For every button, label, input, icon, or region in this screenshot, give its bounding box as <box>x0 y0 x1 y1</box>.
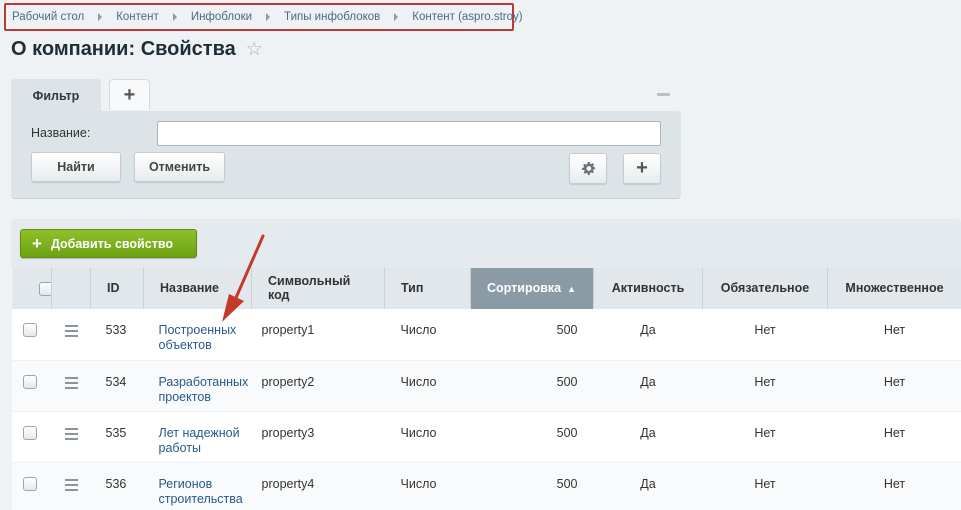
row-active: Да <box>593 360 703 412</box>
row-type: Число <box>384 309 471 361</box>
row-required: Нет <box>702 309 828 361</box>
row-required: Нет <box>702 411 828 463</box>
row-required: Нет <box>702 360 828 412</box>
add-filter-tab-button[interactable]: + <box>109 79 150 110</box>
plus-icon: + <box>636 157 648 179</box>
find-button[interactable]: Найти <box>31 152 121 182</box>
properties-table: ID Название Символьный код Тип Сортировк… <box>11 268 961 510</box>
column-header-code[interactable]: Символьный код <box>251 268 385 309</box>
chevron-right-icon <box>98 13 103 21</box>
row-multiple: Нет <box>827 411 961 463</box>
row-multiple: Нет <box>827 309 961 361</box>
row-checkbox[interactable] <box>22 374 37 389</box>
breadcrumb-item[interactable]: Типы инфоблоков <box>284 11 380 23</box>
add-filter-field-button[interactable]: + <box>623 153 661 184</box>
chevron-right-icon <box>172 13 177 21</box>
row-name-link[interactable]: Разработанных проектов <box>159 375 249 404</box>
row-multiple: Нет <box>827 462 961 510</box>
column-header-active[interactable]: Активность <box>593 268 703 309</box>
row-type: Число <box>384 360 471 412</box>
row-id: 534 <box>90 360 144 412</box>
sort-header-label: Сортировка <box>487 280 562 295</box>
page-title-text: О компании: Свойства <box>11 38 236 60</box>
row-sort: 500 <box>470 462 594 510</box>
row-code: property4 <box>251 462 385 510</box>
add-property-button[interactable]: + Добавить свойство <box>20 229 197 258</box>
row-checkbox[interactable] <box>22 425 37 440</box>
row-required: Нет <box>702 462 828 510</box>
column-header-sort[interactable]: Сортировка ▲ <box>470 268 594 309</box>
hamburger-menu-icon[interactable] <box>64 478 78 491</box>
breadcrumb: Рабочий стол Контент Инфоблоки Типы инфо… <box>4 3 523 31</box>
row-name-link[interactable]: Лет надежной работы <box>159 426 240 455</box>
row-checkbox[interactable] <box>22 476 37 491</box>
table-row[interactable]: 533 Построенных объектов property1 Число… <box>11 309 961 361</box>
hamburger-menu-icon[interactable] <box>64 376 78 389</box>
actions-header <box>51 268 91 309</box>
breadcrumb-item[interactable]: Инфоблоки <box>191 11 252 23</box>
row-active: Да <box>593 462 703 510</box>
sort-asc-icon: ▲ <box>567 283 577 294</box>
gear-icon <box>581 161 595 176</box>
breadcrumb-item[interactable]: Рабочий стол <box>12 11 84 23</box>
chevron-right-icon <box>266 13 271 21</box>
column-header-id[interactable]: ID <box>90 268 144 309</box>
row-type: Число <box>384 411 471 463</box>
filter-name-label: Название: <box>31 126 91 140</box>
chevron-right-icon <box>394 13 399 21</box>
row-sort: 500 <box>470 411 594 463</box>
row-type: Число <box>384 462 471 510</box>
collapse-filter-icon[interactable] <box>657 93 670 96</box>
plus-icon: + <box>32 234 42 253</box>
column-header-required[interactable]: Обязательное <box>702 268 828 309</box>
star-icon[interactable]: ☆ <box>246 38 263 61</box>
column-header-name[interactable]: Название <box>143 268 252 309</box>
row-code: property2 <box>251 360 385 412</box>
row-active: Да <box>593 411 703 463</box>
row-sort: 500 <box>470 360 594 412</box>
row-checkbox[interactable] <box>22 323 37 337</box>
filter-panel: Название: Найти Отменить + <box>11 111 681 199</box>
row-code: property3 <box>251 411 385 463</box>
filter-tab[interactable]: Фильтр <box>11 79 101 112</box>
row-id: 535 <box>90 411 144 463</box>
row-id: 536 <box>90 462 144 510</box>
row-multiple: Нет <box>827 360 961 412</box>
row-code: property1 <box>251 309 385 361</box>
column-header-multiple[interactable]: Множественное <box>827 268 961 309</box>
table-header-row: ID Название Символьный код Тип Сортировк… <box>11 268 961 309</box>
plus-icon: + <box>123 83 136 106</box>
page-title: О компании: Свойства ☆ <box>11 38 263 61</box>
table-row[interactable]: 536 Регионов строительства property4 Чис… <box>11 462 961 510</box>
row-name-link[interactable]: Построенных объектов <box>159 323 237 352</box>
row-active: Да <box>593 309 703 361</box>
row-id: 533 <box>90 309 144 361</box>
filter-name-input[interactable] <box>157 121 661 146</box>
breadcrumb-item[interactable]: Контент <box>116 11 159 23</box>
hamburger-menu-icon[interactable] <box>64 427 78 440</box>
table-row[interactable]: 534 Разработанных проектов property2 Чис… <box>11 360 961 412</box>
table-row[interactable]: 535 Лет надежной работы property3 Число … <box>11 411 961 463</box>
cancel-button[interactable]: Отменить <box>134 152 225 182</box>
hamburger-menu-icon[interactable] <box>64 325 78 337</box>
add-property-label: Добавить свойство <box>50 236 173 251</box>
row-sort: 500 <box>470 309 594 361</box>
select-all-header <box>11 268 53 309</box>
row-name-link[interactable]: Регионов строительства <box>159 477 243 506</box>
breadcrumb-item[interactable]: Контент (aspro.stroy) <box>412 11 522 23</box>
filter-settings-button[interactable] <box>569 153 607 184</box>
list-toolbar: + Добавить свойство <box>11 219 961 268</box>
column-header-type[interactable]: Тип <box>384 268 471 309</box>
